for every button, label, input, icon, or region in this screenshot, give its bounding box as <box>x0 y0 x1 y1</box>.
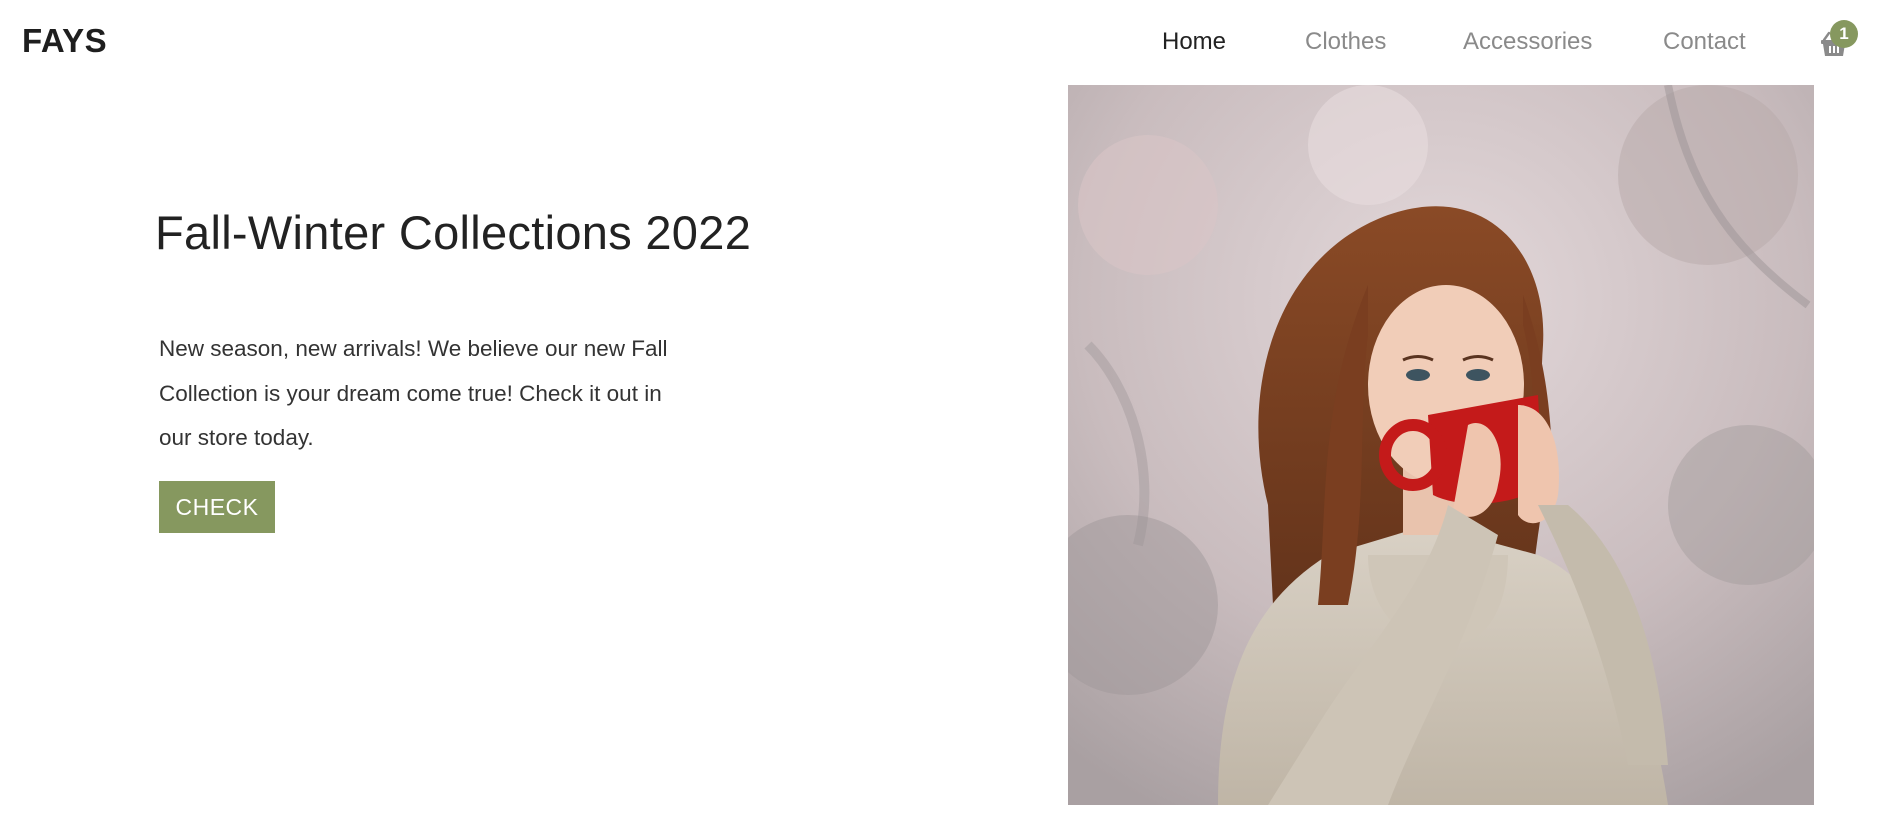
page: FAYS Home Clothes Accessories Contact 1 … <box>0 0 1879 820</box>
hero-text-line: New season, new arrivals! We believe our… <box>159 336 668 361</box>
hero-text-line: Collection is your dream come true! Chec… <box>159 380 662 406</box>
nav-clothes[interactable]: Clothes <box>1305 28 1386 56</box>
cart-count-badge: 1 <box>1830 20 1858 48</box>
hero-title: Fall-Winter Collections 2022 <box>155 206 752 259</box>
hero-description: New season, new arrivals! We believe our… <box>159 327 749 461</box>
nav-home[interactable]: Home <box>1162 28 1226 56</box>
woman-drinking-from-red-mug-photo <box>1068 85 1814 805</box>
hero-image <box>1068 85 1814 805</box>
nav-accessories[interactable]: Accessories <box>1463 28 1592 56</box>
brand-logo[interactable]: FAYS <box>22 22 107 60</box>
check-button[interactable]: CHECK <box>159 481 275 533</box>
nav-contact[interactable]: Contact <box>1663 28 1746 56</box>
hero-text-line: our store today. <box>159 425 314 450</box>
